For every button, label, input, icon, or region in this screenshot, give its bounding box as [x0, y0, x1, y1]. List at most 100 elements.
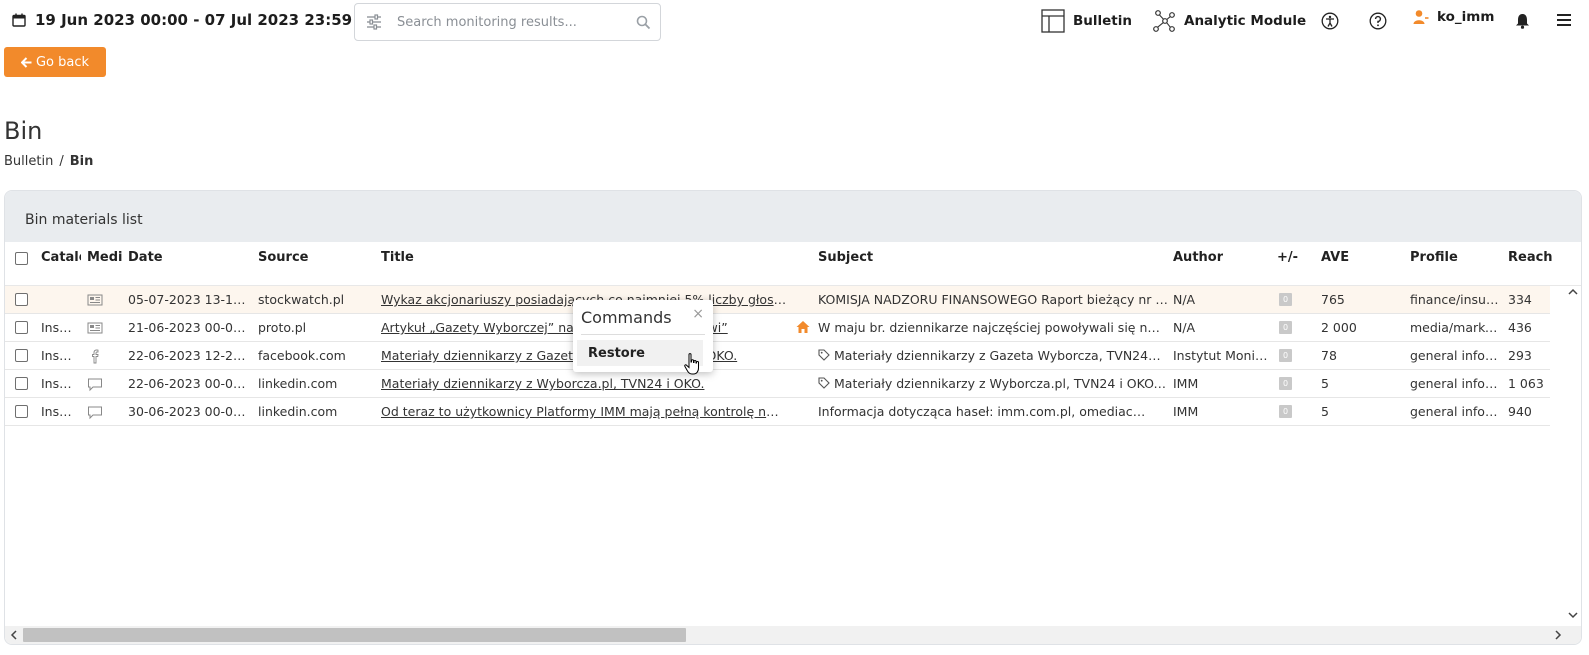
col-title[interactable]: Title [381, 250, 414, 265]
newspaper-icon [87, 322, 103, 334]
col-plusminus[interactable]: +/- [1277, 250, 1298, 265]
row-checkbox[interactable] [15, 321, 28, 334]
col-subject[interactable]: Subject [818, 250, 873, 265]
help-icon[interactable] [1369, 12, 1387, 30]
sentiment-badge[interactable]: 0 [1279, 405, 1292, 418]
col-catalog[interactable]: Catalog [41, 250, 81, 265]
table-header: Catalog Medi Date Source Title Subject A… [5, 242, 1581, 286]
table-row[interactable]: Instytut 21-06-2023 00-00-00 proto.pl Ar… [5, 314, 1550, 342]
bell-icon[interactable] [1515, 13, 1530, 29]
cell-ave: 78 [1321, 348, 1337, 363]
sentiment-badge[interactable]: 0 [1279, 293, 1292, 306]
cell-ave: 765 [1321, 292, 1345, 307]
cell-profile: general information [1410, 404, 1500, 419]
cell-ave: 5 [1321, 376, 1329, 391]
select-all-checkbox[interactable] [15, 252, 28, 265]
cell-subject: Materiały dziennikarzy z Gazeta Wyborcza… [818, 348, 1161, 363]
sentiment-badge[interactable]: 0 [1279, 349, 1292, 362]
sentiment-badge[interactable]: 0 [1279, 377, 1292, 390]
breadcrumb-bulletin[interactable]: Bulletin [4, 154, 53, 169]
top-bar: 19 Jun 2023 00:00 - 07 Jul 2023 23:59 Bu… [0, 0, 1589, 44]
sentiment-badge[interactable]: 0 [1279, 321, 1292, 334]
col-profile[interactable]: Profile [1410, 250, 1458, 265]
scroll-right-arrow-icon[interactable] [1552, 629, 1564, 641]
horizontal-scrollbar[interactable] [5, 626, 1581, 644]
cell-reach: 334 [1508, 292, 1532, 307]
cell-source: facebook.com [258, 348, 346, 363]
home-icon [796, 321, 810, 333]
cell-profile: general information [1410, 348, 1500, 363]
cell-author: N/A [1173, 292, 1196, 307]
row-checkbox[interactable] [15, 293, 28, 306]
popup-divider [581, 334, 705, 335]
panel-heading: Bin materials list [5, 191, 1581, 242]
scroll-down-arrow-icon[interactable] [1567, 609, 1579, 621]
col-source[interactable]: Source [258, 250, 308, 265]
comment-icon [88, 378, 102, 392]
go-back-label: Go back [35, 54, 90, 70]
col-media[interactable]: Medi [87, 250, 123, 265]
bin-materials-panel: Bin materials list Catalog Medi Date Sou… [4, 190, 1582, 645]
cell-source: linkedin.com [258, 404, 338, 419]
user-menu[interactable]: ko_imm [1413, 9, 1494, 25]
cell-title-link[interactable]: Od teraz to użytkownicy Platformy IMM ma… [381, 404, 786, 419]
cell-author: IMM [1173, 376, 1199, 391]
cell-source: linkedin.com [258, 376, 338, 391]
comment-icon [88, 406, 102, 420]
scroll-up-arrow-icon[interactable] [1567, 286, 1579, 298]
row-checkbox[interactable] [15, 349, 28, 362]
cell-date: 22-06-2023 12-29-06 [128, 348, 253, 363]
bulletin-icon [1041, 9, 1065, 33]
table-row[interactable]: Instytut 30-06-2023 00-00-00 linkedin.co… [5, 398, 1550, 426]
cell-profile: general information [1410, 376, 1500, 391]
row-checkbox[interactable] [15, 377, 28, 390]
col-reach[interactable]: Reach [1508, 250, 1553, 265]
col-ave[interactable]: AVE [1321, 250, 1349, 265]
hamburger-menu-icon[interactable] [1557, 13, 1571, 27]
nav-analytic-module[interactable]: Analytic Module [1152, 9, 1306, 33]
breadcrumb-current: Bin [69, 154, 94, 169]
cell-date: 22-06-2023 00-00-00 [128, 376, 250, 391]
table-row[interactable]: Instytut 22-06-2023 12-29-06 facebook.co… [5, 342, 1550, 370]
search-input[interactable] [397, 14, 617, 30]
row-checkbox[interactable] [15, 405, 28, 418]
cell-source: proto.pl [258, 320, 307, 335]
table-row[interactable]: Instytut 22-06-2023 00-00-00 linkedin.co… [5, 370, 1550, 398]
date-range-picker[interactable]: 19 Jun 2023 00:00 - 07 Jul 2023 23:59 [12, 11, 352, 29]
cell-title-link[interactable]: Materiały dziennikarzy z Wyborcza.pl, TV… [381, 376, 793, 391]
table-row[interactable]: 05-07-2023 13-11-41 stockwatch.pl Wykaz … [5, 286, 1550, 314]
close-icon[interactable]: × [692, 306, 704, 322]
scroll-left-arrow-icon[interactable] [8, 629, 20, 641]
date-range-text: 19 Jun 2023 00:00 - 07 Jul 2023 23:59 [35, 11, 353, 29]
breadcrumb-separator: / [59, 154, 64, 169]
user-icon [1413, 10, 1429, 24]
col-date[interactable]: Date [128, 250, 163, 265]
cell-source: stockwatch.pl [258, 292, 345, 307]
cell-subject-text: Materiały dziennikarzy z Wyborcza.pl, TV… [834, 376, 1168, 391]
cell-reach: 1 063 [1508, 376, 1544, 391]
filter-sliders-icon[interactable] [365, 13, 383, 31]
newspaper-icon [87, 294, 103, 306]
cell-author: IMM [1173, 404, 1199, 419]
tag-icon [818, 349, 830, 361]
accessibility-icon[interactable] [1321, 12, 1339, 30]
cell-ave: 2 000 [1321, 320, 1357, 335]
horizontal-scroll-thumb[interactable] [23, 628, 686, 642]
nav-bulletin-label: Bulletin [1073, 13, 1133, 29]
hand-pointer-cursor-icon [684, 353, 699, 375]
facebook-icon [92, 349, 99, 364]
search-icon[interactable] [636, 15, 651, 30]
cell-catalog: Instytut [41, 348, 75, 363]
cell-catalog: Instytut [41, 404, 75, 419]
cell-subject: KOMISJA NADZORU FINANSOWEGO Raport bieżą… [818, 292, 1168, 307]
calendar-icon [12, 13, 26, 27]
col-author[interactable]: Author [1173, 250, 1223, 265]
go-back-button[interactable]: Go back [4, 47, 106, 77]
nav-bulletin[interactable]: Bulletin [1041, 9, 1132, 33]
cell-date: 30-06-2023 00-00-00 [128, 404, 250, 419]
search-box [354, 3, 661, 41]
breadcrumb: Bulletin / Bin [4, 154, 93, 169]
cell-reach: 293 [1508, 348, 1532, 363]
arrow-left-icon [20, 56, 32, 68]
username: ko_imm [1437, 9, 1495, 25]
